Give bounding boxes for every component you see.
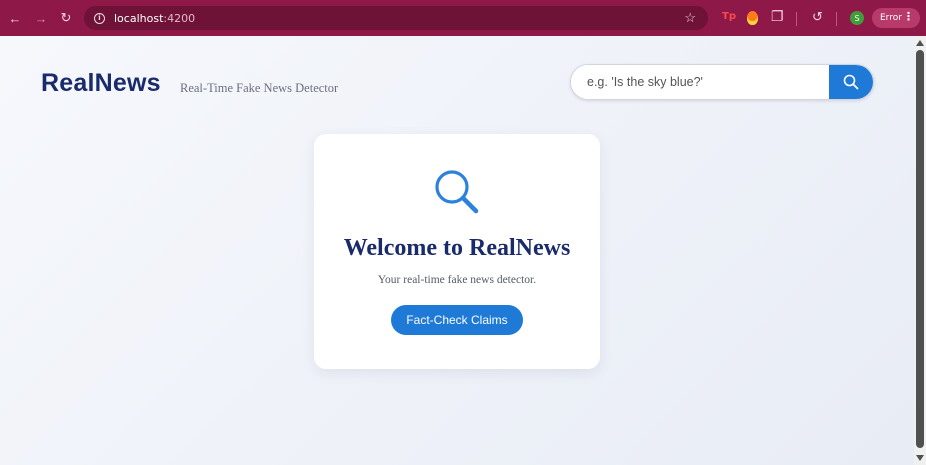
search-button[interactable] (829, 65, 873, 99)
profile-avatar[interactable]: S (850, 11, 864, 25)
star-icon[interactable]: ☆ (684, 10, 696, 26)
site-info-icon[interactable]: i (94, 12, 105, 24)
extensions-puzzle-icon[interactable]: ❐ (771, 8, 784, 25)
search-input[interactable] (571, 65, 829, 99)
scroll-down-arrow-icon[interactable] (916, 455, 924, 461)
page-viewport: RealNews Real-Time Fake News Detector We… (0, 36, 914, 465)
error-label: Error (880, 13, 902, 23)
magnifier-icon (435, 170, 479, 214)
welcome-card: Welcome to RealNews Your real-time fake … (314, 134, 600, 369)
site-logo[interactable]: RealNews (41, 69, 161, 98)
toolbar-divider (796, 12, 797, 26)
toolbar-divider (836, 12, 837, 26)
extension-fire-icon[interactable] (747, 11, 758, 25)
url-port: :4200 (163, 11, 196, 25)
error-button[interactable]: Error ⋮ (872, 8, 920, 28)
forward-icon[interactable]: → (30, 7, 52, 29)
history-icon[interactable]: ↺ (812, 9, 823, 25)
search-bar (570, 64, 874, 100)
extension-tp-icon[interactable]: Tp (722, 11, 736, 22)
address-bar[interactable]: i localhost:4200 ☆ (84, 6, 708, 30)
menu-dots-icon[interactable]: ⋮ (903, 10, 914, 23)
welcome-subtitle: Your real-time fake news detector. (377, 274, 537, 286)
vertical-scrollbar[interactable] (914, 36, 926, 465)
url-text: localhost:4200 (114, 12, 195, 25)
browser-toolbar: ← → ↻ i localhost:4200 ☆ Tp ❐ ↺ S Error … (0, 0, 926, 36)
scroll-up-arrow-icon[interactable] (916, 40, 924, 46)
welcome-title: Welcome to RealNews (343, 235, 571, 261)
scroll-thumb[interactable] (916, 50, 924, 448)
fact-check-button[interactable]: Fact-Check Claims (391, 305, 523, 335)
back-icon[interactable]: ← (4, 7, 26, 29)
search-icon (843, 74, 859, 90)
reload-icon[interactable]: ↻ (55, 7, 77, 29)
site-tagline: Real-Time Fake News Detector (180, 81, 339, 95)
url-host: localhost (114, 11, 164, 25)
